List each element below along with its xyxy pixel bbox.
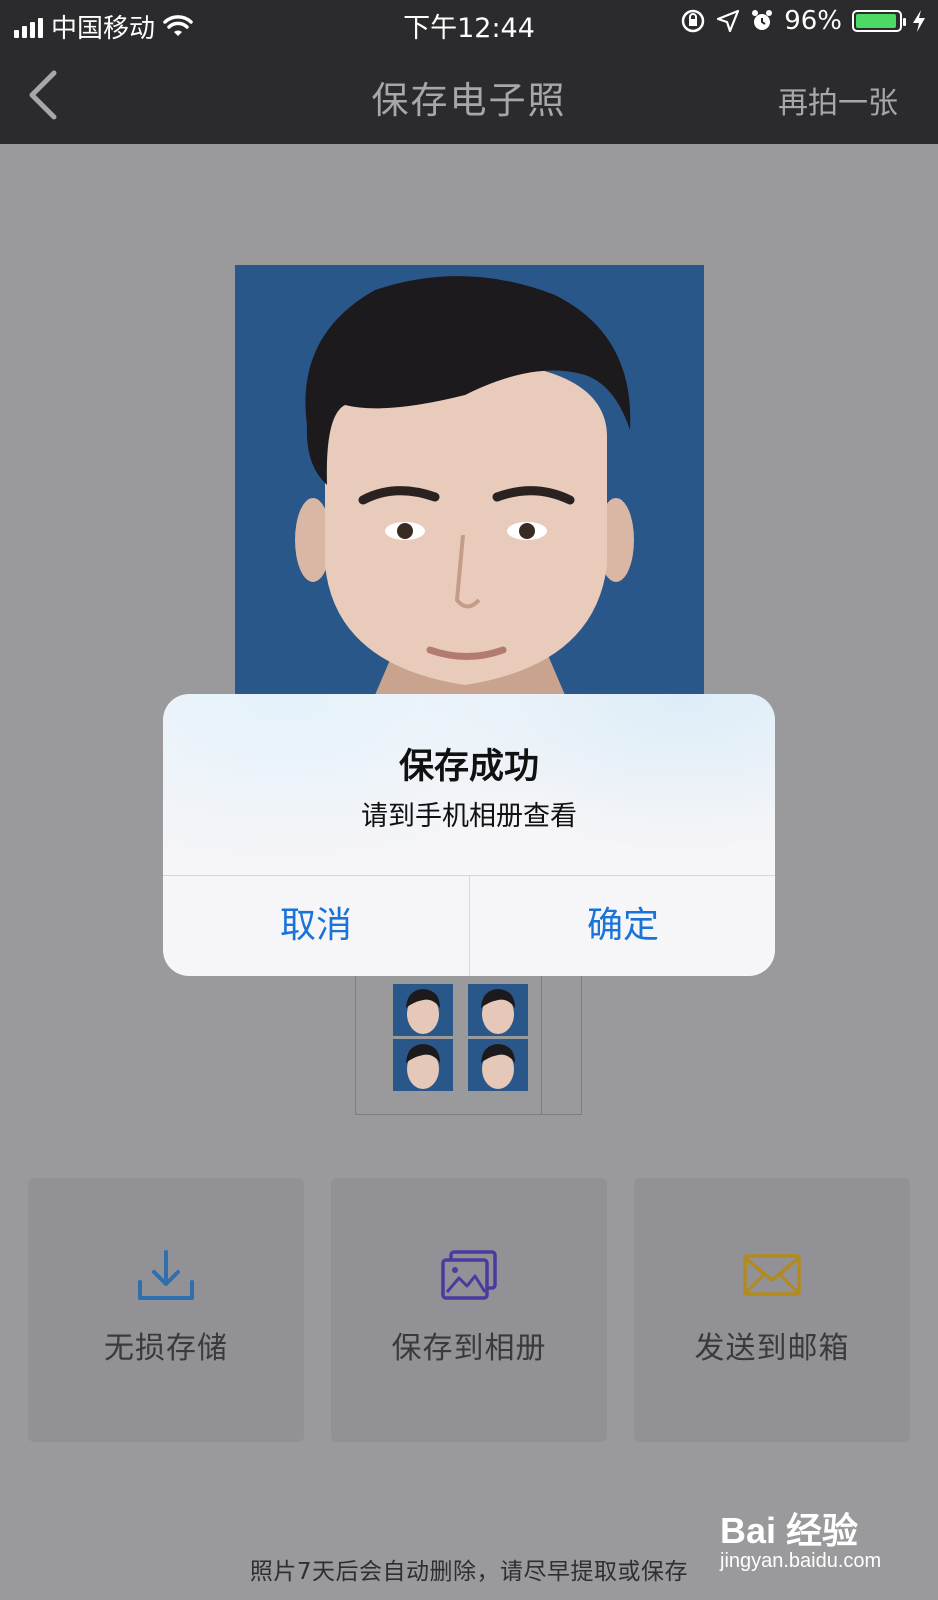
dialog-title: 保存成功 (398, 747, 539, 787)
thumbnail-photo (468, 1039, 528, 1091)
thumbnail-photo (393, 1039, 453, 1091)
save-to-album-button[interactable]: 保存到相册 (331, 1178, 607, 1442)
action-label: 发送到邮箱 (694, 1331, 850, 1366)
rotation-lock-icon (681, 9, 705, 33)
action-label: 保存到相册 (391, 1331, 547, 1366)
charging-icon (913, 10, 925, 32)
id-photo (235, 265, 704, 695)
watermark-brand: Bai 经验 (720, 1510, 859, 1551)
alarm-icon (752, 10, 773, 30)
retake-button[interactable]: 再拍一张 (778, 78, 898, 122)
status-bar: 中国移动 下午12:44 96% (0, 0, 938, 46)
battery-fill (856, 14, 897, 28)
baidu-watermark: Bai 经验 jingyan.baidu.com (718, 1498, 923, 1588)
sheet-divider (541, 976, 542, 1114)
status-right: 96% (680, 6, 926, 36)
battery-percent: 96% (784, 6, 842, 36)
lossless-save-button[interactable]: 无损存储 (28, 1178, 304, 1442)
action-label: 无损存储 (104, 1331, 228, 1366)
download-icon (28, 1248, 304, 1304)
confirm-button[interactable]: 确定 (470, 876, 775, 976)
print-sheet-preview (355, 975, 582, 1115)
cancel-button[interactable]: 取消 (163, 876, 469, 976)
action-cards: 无损存储 保存到相册 发送到邮箱 (28, 1178, 910, 1442)
portrait-image (235, 265, 704, 695)
battery-icon (852, 10, 906, 32)
mail-icon (634, 1248, 910, 1304)
save-success-dialog: 保存成功 请到手机相册查看 取消 确定 (163, 694, 775, 976)
location-icon (717, 9, 740, 33)
nav-bar: 保存电子照 再拍一张 (0, 46, 938, 144)
dialog-message: 请到手机相册查看 (361, 801, 577, 832)
gallery-icon (331, 1248, 607, 1304)
thumbnail-photo (393, 984, 453, 1036)
send-to-email-button[interactable]: 发送到邮箱 (634, 1178, 910, 1442)
watermark-site: jingyan.baidu.com (720, 1550, 882, 1572)
thumbnail-photo (468, 984, 528, 1036)
